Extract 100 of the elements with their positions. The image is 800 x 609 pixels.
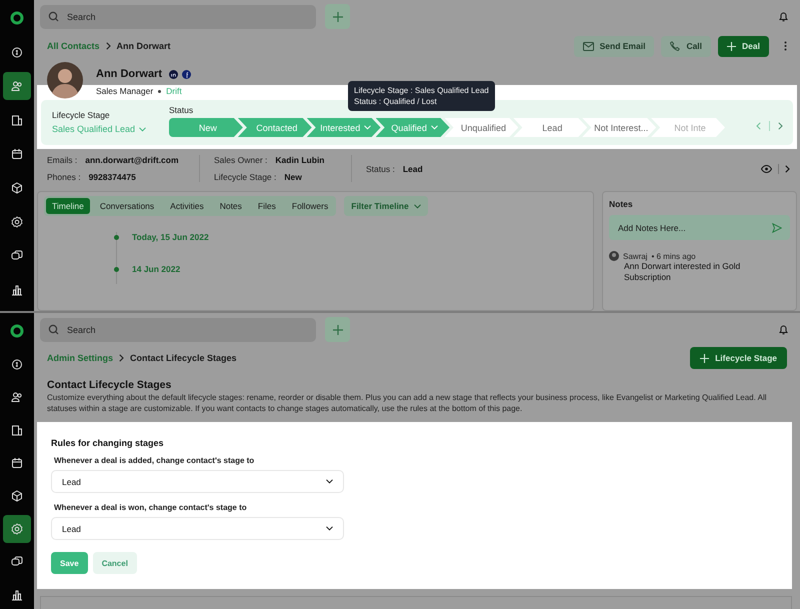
chevron-right-icon[interactable]	[785, 164, 790, 172]
search-icon	[48, 11, 59, 22]
field-value: 9928374475	[88, 172, 136, 182]
chevron-down-icon	[326, 479, 333, 484]
timeline-dot	[114, 266, 119, 272]
field-label: Whenever a deal is added, change contact's stage to	[54, 456, 254, 465]
timeline-date: 14 Jun 2022	[132, 264, 180, 274]
cancel-button[interactable]: Cancel	[92, 552, 137, 574]
contact-name: Ann Dorwart	[96, 68, 162, 80]
avatar	[609, 251, 619, 261]
chevron-right-icon[interactable]	[778, 122, 783, 130]
calendar-icon	[11, 148, 23, 160]
tab[interactable]: Timeline	[46, 198, 90, 214]
tab[interactable]: Conversations	[94, 198, 160, 214]
field-value: Kadin Lubin	[275, 155, 324, 165]
chevron-down-icon	[326, 526, 333, 531]
status-step[interactable]: Contacted	[238, 118, 312, 137]
status-step[interactable]: New	[169, 118, 243, 137]
chevron-right-icon	[106, 42, 111, 50]
linkedin-icon[interactable]	[169, 70, 178, 78]
phone-icon	[670, 41, 680, 51]
note-input[interactable]: Add Notes Here...	[609, 215, 790, 240]
note-author: Sawraj	[623, 252, 648, 260]
stage-select[interactable]: Lead	[51, 470, 344, 493]
sidebar-item[interactable]	[3, 515, 31, 543]
chart-icon	[11, 284, 23, 296]
send-email-button[interactable]: Send Email	[574, 36, 654, 56]
field-label: Sales Owner :	[214, 155, 268, 165]
bell-icon[interactable]	[779, 324, 788, 335]
field-label: Lifecycle Stage :	[214, 172, 276, 182]
tooltip-line: Status : Qualified / Lost	[354, 96, 438, 107]
note-text: Ann Dorwart interested in Gold Subscription	[624, 261, 742, 283]
contacts-icon	[11, 391, 23, 403]
chevron-down-icon	[414, 204, 421, 208]
breadcrumb-link[interactable]: Admin Settings	[47, 353, 114, 363]
deal-button[interactable]: Deal	[718, 36, 769, 56]
logo-icon	[10, 11, 24, 25]
timeline-dot	[114, 234, 119, 240]
chat-icon	[11, 250, 23, 262]
chevron-down-icon	[430, 125, 438, 130]
mail-icon	[582, 42, 594, 50]
plus-icon	[332, 12, 342, 22]
logo-icon	[10, 324, 24, 338]
calendar-icon	[11, 457, 23, 469]
separator-dot	[158, 90, 162, 92]
plus-icon	[700, 354, 710, 362]
page-title: Contact Lifecycle Stages	[47, 379, 172, 391]
timeline-date: Today, 15 Jun 2022	[132, 232, 209, 242]
field-label: Emails :	[47, 155, 78, 165]
field-value: ann.dorwart@drift.com	[85, 155, 179, 165]
tooltip-line: Lifecycle Stage : Sales Qualified Lead	[354, 85, 489, 96]
chevron-down-icon	[364, 125, 372, 130]
search-icon	[48, 324, 59, 335]
more-icon[interactable]	[784, 41, 787, 51]
call-button[interactable]: Call	[661, 36, 712, 56]
breadcrumb-current: Ann Dorwart	[116, 41, 171, 51]
facebook-icon[interactable]	[182, 70, 191, 78]
breadcrumb-current: Contact Lifecycle Stages	[130, 353, 237, 363]
status-step[interactable]: Not Interest...	[582, 118, 656, 137]
field-label: Whenever a deal is won, change contact's stage to	[54, 503, 247, 512]
bell-icon[interactable]	[779, 11, 788, 22]
filter-timeline-dropdown[interactable]: Filter Timeline	[344, 196, 428, 216]
tab[interactable]: Files	[252, 198, 282, 214]
eye-icon[interactable]	[761, 164, 772, 172]
tab[interactable]: Notes	[214, 198, 248, 214]
add-button[interactable]	[325, 4, 350, 29]
stage-select[interactable]: Lead	[51, 517, 344, 540]
search-field[interactable]: Search	[40, 318, 316, 342]
sidebar-item[interactable]	[3, 72, 31, 100]
contact-title: Sales Manager	[96, 86, 154, 96]
status-step[interactable]: Qualified	[376, 118, 450, 137]
cube-icon	[11, 182, 23, 194]
search-field[interactable]: Search	[40, 4, 316, 28]
notes-title: Notes	[609, 199, 634, 209]
coin-icon	[11, 46, 23, 58]
plus-icon	[727, 42, 736, 50]
add-lifecycle-stage-button[interactable]: Lifecycle Stage	[690, 347, 787, 369]
breadcrumb-link[interactable]: All Contacts	[47, 41, 100, 51]
tab[interactable]: Followers	[286, 198, 334, 214]
settings-icon	[11, 216, 23, 228]
save-button[interactable]: Save	[51, 552, 88, 574]
note-time: • 6 mins ago	[651, 252, 696, 260]
status-label: Status	[169, 105, 194, 115]
tab[interactable]: Activities	[164, 198, 210, 214]
settings-icon	[11, 523, 23, 535]
add-button[interactable]	[325, 317, 350, 342]
plus-icon	[332, 324, 342, 334]
chevron-down-icon	[139, 126, 146, 132]
field-label: Phones :	[47, 172, 81, 182]
page-description: Customize everything about the default lifecycle stages: rename, reorder or disable them. Plus you can add a new stage that reflects your business process, like Evangelist or Marketing Qualified Lead. All statuses within a stage are customizable. If you want contacts to change stages automatically, use the rules at the bottom of this page.	[47, 393, 768, 414]
chart-icon	[11, 589, 23, 601]
status-step[interactable]: Lead	[513, 118, 588, 137]
company-link[interactable]: Drift	[166, 86, 182, 96]
building-icon	[11, 114, 23, 126]
lifecycle-stage-label: Lifecycle Stage	[52, 110, 111, 120]
status-step[interactable]: Unqualified	[444, 118, 518, 137]
field-label: Status :	[366, 164, 395, 174]
rules-title: Rules for changing stages	[51, 438, 164, 448]
building-icon	[11, 424, 23, 436]
status-step[interactable]: Interested	[306, 118, 381, 137]
